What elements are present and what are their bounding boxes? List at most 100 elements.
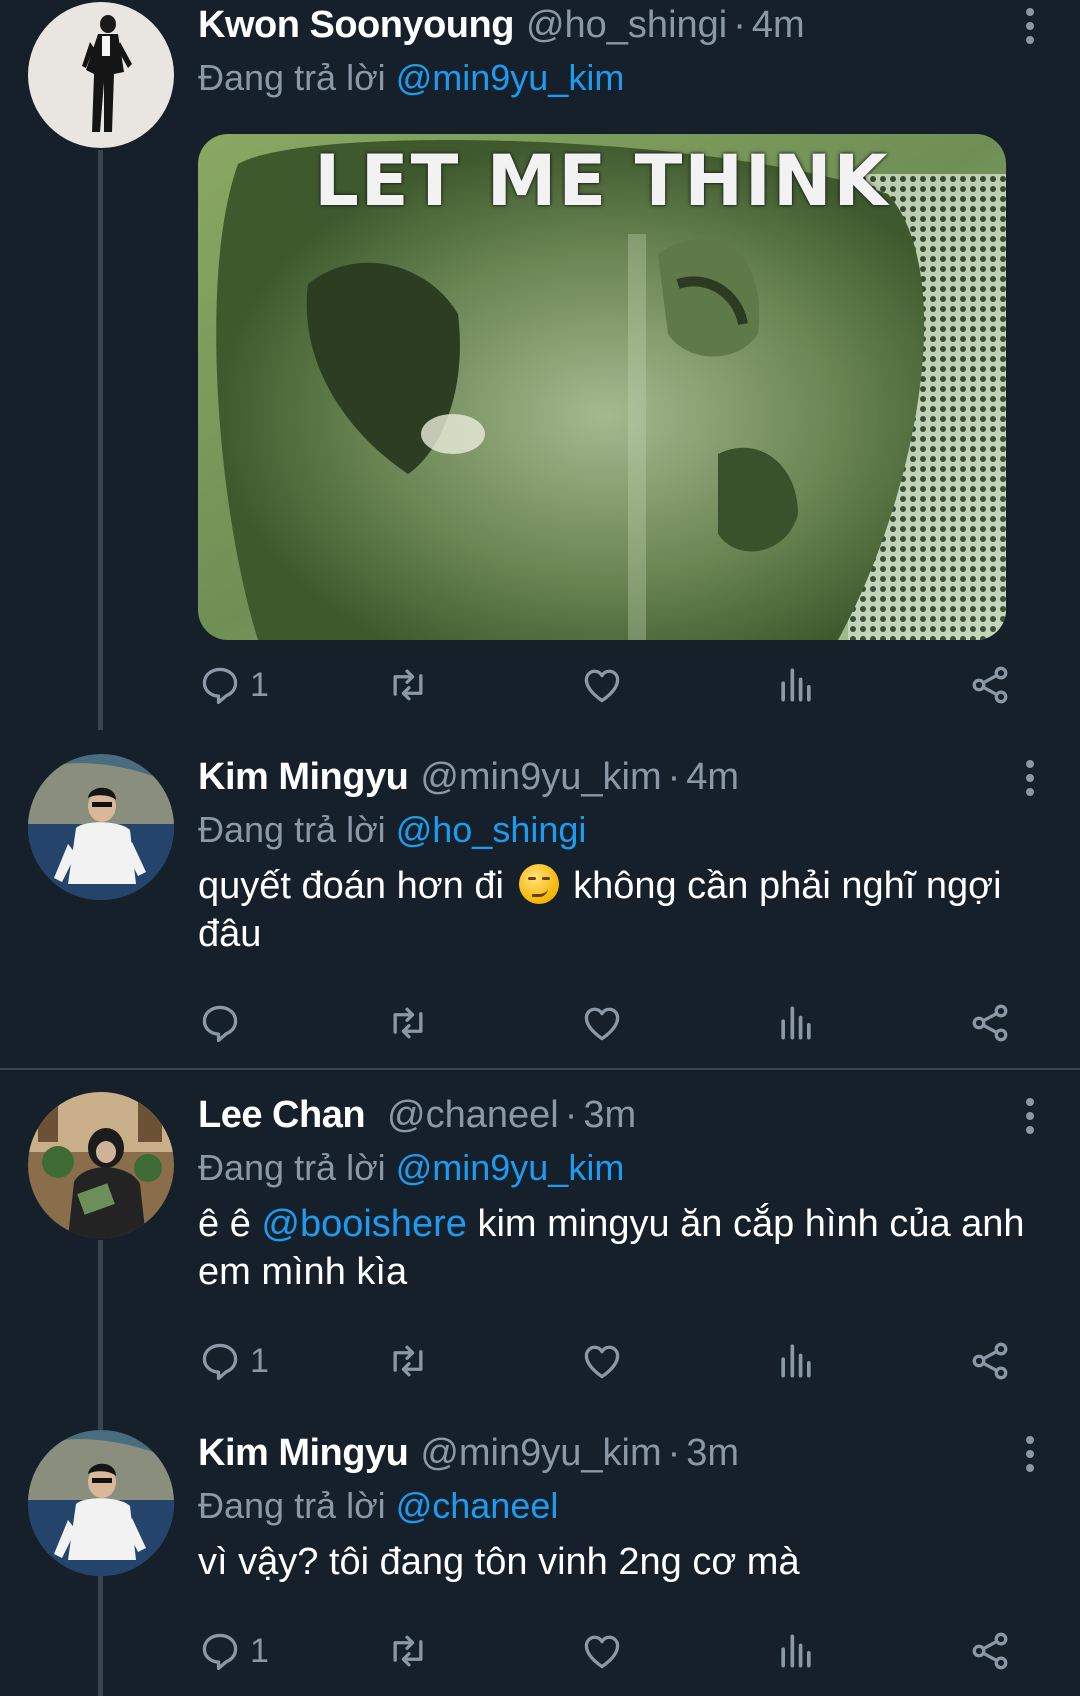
retweet-icon [386,1001,430,1045]
username[interactable]: @min9yu_kim [420,756,661,799]
reply-prefix: Đang trả lời [198,1485,386,1526]
separator: · [733,4,746,46]
timestamp[interactable]: 4m [752,4,805,47]
share-button[interactable] [968,1336,1012,1386]
divider [0,1068,1080,1070]
thread-line [98,150,103,730]
text-mention[interactable]: @booishere [261,1203,466,1245]
reply-icon [198,1629,242,1673]
like-button[interactable] [580,660,624,710]
more-icon[interactable] [1020,1436,1040,1476]
views-button[interactable] [774,998,818,1048]
reply-prefix: Đang trả lời [198,1147,386,1188]
share-button[interactable] [968,660,1012,710]
views-button[interactable] [774,660,818,710]
share-icon [968,1629,1012,1673]
retweet-button[interactable] [386,998,430,1048]
tweet-header: Lee Chan @chaneel · 3m [198,1090,1040,1142]
reply-mention[interactable]: @chaneel [396,1485,559,1526]
reply-count: 1 [250,1341,269,1380]
replying-to: Đang trả lời @min9yu_kim [198,1142,1040,1194]
thread-line [98,1578,103,1696]
views-icon [774,1339,818,1383]
username[interactable]: @ho_shingi [526,4,727,47]
reply-button[interactable]: 1 [198,1336,269,1386]
reply-count: 1 [250,665,269,704]
media-caption: LET ME THINK [314,140,890,222]
share-icon [968,663,1012,707]
reply-mention[interactable]: @min9yu_kim [396,57,625,98]
reply-button[interactable]: 1 [198,660,269,710]
action-bar [198,998,1018,1048]
like-icon [580,1629,624,1673]
like-button[interactable] [580,1336,624,1386]
like-icon [580,1001,624,1045]
avatar[interactable] [28,1092,174,1238]
avatar[interactable] [28,1430,174,1576]
tweet-text: ê ê @booishere kim mingyu ăn cắp hình củ… [198,1200,1040,1296]
tweet-media[interactable]: LET ME THINK [198,134,1006,640]
like-button[interactable] [580,1626,624,1676]
tweet-header: Kwon Soonyoung @ho_shingi · 4m [198,0,1040,52]
display-name[interactable]: Kwon Soonyoung [198,4,514,47]
share-button[interactable] [968,1626,1012,1676]
views-button[interactable] [774,1336,818,1386]
separator: · [667,756,681,798]
tweet[interactable]: Kwon Soonyoung @ho_shingi · 4m Đang trả … [0,0,1080,730]
reply-count: 1 [250,1631,269,1670]
action-bar: 1 [198,1336,1018,1386]
more-icon[interactable] [1020,760,1040,800]
display-name[interactable]: Kim Mingyu [198,756,409,799]
tweet-header: Kim Mingyu @min9yu_kim · 3m [198,1428,1040,1480]
retweet-icon [386,1339,430,1383]
action-bar: 1 [198,660,1018,710]
views-icon [774,663,818,707]
tweet-header: Kim Mingyu @min9yu_kim · 4m [198,752,1040,804]
tweet[interactable]: Kim Mingyu @min9yu_kim · 3m Đang trả lời… [0,1428,1080,1696]
retweet-button[interactable] [386,660,430,710]
reply-button[interactable] [198,998,242,1048]
reply-icon [198,663,242,707]
retweet-icon [386,1629,430,1673]
reply-prefix: Đang trả lời [198,57,386,98]
like-icon [580,1339,624,1383]
retweet-icon [386,663,430,707]
more-icon[interactable] [1020,8,1040,48]
action-bar: 1 [198,1626,1018,1676]
share-icon [968,1001,1012,1045]
reply-mention[interactable]: @ho_shingi [396,809,587,850]
reply-icon [198,1001,242,1045]
replying-to: Đang trả lời @ho_shingi [198,804,1040,856]
tweet-text-part: ê ê [198,1203,251,1245]
like-icon [580,663,624,707]
timeline: Kwon Soonyoung @ho_shingi · 4m Đang trả … [0,0,1080,1696]
timestamp[interactable]: 3m [583,1094,636,1137]
avatar[interactable] [28,754,174,900]
display-name[interactable]: Kim Mingyu [198,1432,409,1475]
username[interactable]: @chaneel [387,1094,559,1137]
views-button[interactable] [774,1626,818,1676]
reply-prefix: Đang trả lời [198,809,386,850]
share-button[interactable] [968,998,1012,1048]
tweet[interactable]: Kim Mingyu @min9yu_kim · 4m Đang trả lời… [0,752,1080,1068]
reply-button[interactable]: 1 [198,1626,269,1676]
username[interactable]: @min9yu_kim [420,1432,661,1475]
separator: · [667,1432,681,1474]
display-name[interactable]: Lee Chan [198,1094,366,1137]
avatar[interactable] [28,2,174,148]
tweet-text: quyết đoán hơn đi không cần phải nghĩ ng… [198,862,1040,958]
views-icon [774,1629,818,1673]
tweet[interactable]: Lee Chan @chaneel · 3m Đang trả lời @min… [0,1090,1080,1586]
reply-icon [198,1339,242,1383]
retweet-button[interactable] [386,1626,430,1676]
timestamp[interactable]: 3m [686,1432,739,1475]
tweet-text-part: quyết đoán hơn đi [198,865,504,907]
retweet-button[interactable] [386,1336,430,1386]
tweet-text: vì vậy? tôi đang tôn vinh 2ng cơ mà [198,1541,800,1583]
replying-to: Đang trả lời @min9yu_kim [198,52,1040,104]
more-icon[interactable] [1020,1098,1040,1138]
like-button[interactable] [580,998,624,1048]
share-icon [968,1339,1012,1383]
timestamp[interactable]: 4m [686,756,739,799]
reply-mention[interactable]: @min9yu_kim [396,1147,625,1188]
